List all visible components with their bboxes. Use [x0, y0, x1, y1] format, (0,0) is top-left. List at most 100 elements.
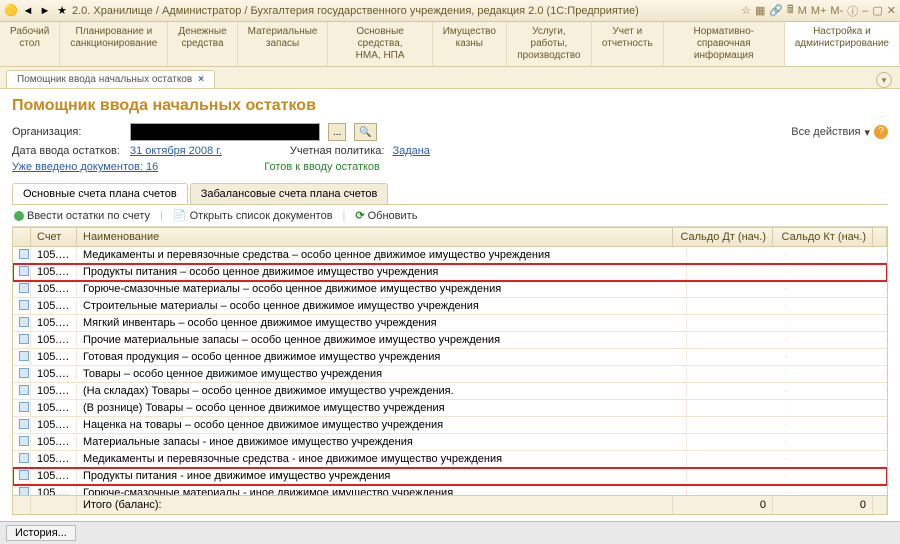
subtab-main[interactable]: Основные счета плана счетов [12, 183, 188, 204]
cell-debit [687, 475, 787, 477]
open-list-button[interactable]: 📄 Открыть список документов [173, 209, 333, 222]
zoom-out[interactable]: M- [830, 5, 843, 17]
cell-account: 105.28 [31, 367, 77, 381]
table-row[interactable]: 105.21Медикаменты и перевязочные средств… [13, 247, 887, 264]
history-button[interactable]: История... [6, 525, 76, 541]
zoom-reset[interactable]: M [798, 5, 807, 17]
topmenu-item[interactable]: Материальныезапасы [238, 22, 329, 66]
row-icon [19, 436, 29, 446]
page-title: Помощник ввода начальных остатков [12, 97, 888, 115]
col-account[interactable]: Счет [31, 228, 77, 246]
topmenu-item[interactable]: Планирование исанкционирование [60, 22, 168, 66]
date-link[interactable]: 31 октября 2008 г. [130, 145, 222, 157]
cell-credit [787, 322, 887, 324]
subtab-offbalance[interactable]: Забалансовые счета плана счетов [190, 183, 389, 204]
cell-name: Продукты питания - иное движимое имущест… [77, 469, 687, 483]
doc-tab-close-icon[interactable]: × [198, 74, 204, 85]
table-row[interactable]: 105.25Мягкий инвентарь – особо ценное дв… [13, 315, 887, 332]
collapse-panel-icon[interactable]: ▾ [876, 72, 892, 88]
table-row[interactable]: 105.Б8(В рознице) Товары – особо ценное … [13, 400, 887, 417]
cell-name: Готовая продукция – особо ценное движимо… [77, 350, 687, 364]
org-search-button[interactable]: 🔍 [354, 123, 376, 141]
close-icon[interactable]: ✕ [887, 4, 896, 17]
topmenu-item[interactable]: Настройка иадминистрирование [785, 22, 900, 66]
col-name[interactable]: Наименование [77, 228, 673, 246]
row-icon [19, 368, 29, 378]
min-icon[interactable]: – [862, 5, 868, 17]
max-icon[interactable]: ▢ [872, 4, 882, 17]
topmenu-item[interactable]: Имуществоказны [433, 22, 507, 66]
table-row[interactable]: 105.23Горюче-смазочные материалы – особо… [13, 281, 887, 298]
org-label: Организация: [12, 126, 122, 138]
table-row[interactable]: 105.28Товары – особо ценное движимое иму… [13, 366, 887, 383]
cell-credit [787, 441, 887, 443]
table-row[interactable]: 105.31Медикаменты и перевязочные средств… [13, 451, 887, 468]
cell-name: Продукты питания – особо ценное движимое… [77, 265, 687, 279]
nav-back-icon[interactable]: ◄ [21, 4, 35, 18]
info-icon[interactable]: ⓘ [847, 3, 858, 19]
topmenu-item[interactable]: Рабочийстол [0, 22, 60, 66]
table-row[interactable]: 105.32Продукты питания - иное движимое и… [13, 468, 887, 485]
cell-credit [787, 424, 887, 426]
cell-account: 105.29 [31, 418, 77, 432]
col-debit[interactable]: Сальдо Дт (нач.) [673, 228, 773, 246]
policy-label: Учетная политика: [290, 145, 385, 157]
table-row[interactable]: 105.27Готовая продукция – особо ценное д… [13, 349, 887, 366]
cell-account: 105.23 [31, 282, 77, 296]
col-credit[interactable]: Сальдо Кт (нач.) [773, 228, 873, 246]
star-icon[interactable]: ★ [55, 4, 69, 18]
cell-credit [787, 288, 887, 290]
help-icon[interactable]: ? [874, 125, 888, 139]
cell-credit [787, 458, 887, 460]
cell-credit [787, 356, 887, 358]
calc-icon[interactable]: 🖩 [787, 1, 794, 20]
table-row[interactable]: 105.33Горюче-смазочные материалы - иное … [13, 485, 887, 495]
cell-account: 105.22 [31, 265, 77, 279]
cfg-icon[interactable]: ▦ [755, 4, 765, 17]
cell-credit [787, 390, 887, 392]
app-icon: 🟡 [4, 4, 18, 18]
cell-name: Материальные запасы - иное движимое имущ… [77, 435, 687, 449]
cell-name: Горюче-смазочные материалы – особо ценно… [77, 282, 687, 296]
row-icon [19, 300, 29, 310]
nav-fwd-icon[interactable]: ► [38, 4, 52, 18]
topmenu-item[interactable]: Денежныесредства [168, 22, 237, 66]
enter-balances-button[interactable]: Ввести остатки по счету [14, 210, 150, 222]
table-row[interactable]: 105.30Материальные запасы - иное движимо… [13, 434, 887, 451]
row-icon [19, 453, 29, 463]
cell-name: Товары – особо ценное движимое имущество… [77, 367, 687, 381]
doc-tab[interactable]: Помощник ввода начальных остатков × [6, 70, 215, 88]
grid-body[interactable]: 105.21Медикаменты и перевязочные средств… [13, 247, 887, 495]
cell-name: Строительные материалы – особо ценное дв… [77, 299, 687, 313]
topmenu-item[interactable]: Основные средства,НМА, НПА [328, 22, 432, 66]
all-actions-button[interactable]: Все действия [791, 126, 860, 138]
topmenu-item[interactable]: Учет иотчетность [592, 22, 664, 66]
policy-link[interactable]: Задана [392, 145, 430, 157]
cell-credit [787, 339, 887, 341]
cell-debit [687, 305, 787, 307]
cell-account: 105.Б8 [31, 401, 77, 415]
link-icon[interactable]: 🔗 [769, 4, 783, 17]
cell-debit [687, 356, 787, 358]
row-icon [19, 470, 29, 480]
cell-debit [687, 254, 787, 256]
table-row[interactable]: 105.24Строительные материалы – особо цен… [13, 298, 887, 315]
table-row[interactable]: 105.А8(На складах) Товары – особо ценное… [13, 383, 887, 400]
cell-debit [687, 288, 787, 290]
chevron-down-icon[interactable]: ▾ [864, 126, 870, 139]
cell-credit [787, 254, 887, 256]
refresh-button[interactable]: ⟳ Обновить [355, 209, 417, 222]
zoom-in[interactable]: M+ [811, 5, 827, 17]
topmenu-item[interactable]: Услуги, работы,производство [507, 22, 592, 66]
topmenu-item[interactable]: Нормативно-справочнаяинформация [664, 22, 785, 66]
fav-icon[interactable]: ☆ [741, 4, 751, 17]
document-tabbar: Помощник ввода начальных остатков × ▾ [0, 67, 900, 89]
docs-entered-link[interactable]: Уже введено документов: 16 [12, 161, 158, 173]
table-row[interactable]: 105.29Наценка на товары – особо ценное д… [13, 417, 887, 434]
org-input[interactable] [130, 123, 320, 141]
top-menu: РабочийстолПланирование исанкционировани… [0, 22, 900, 67]
grid-toolbar: Ввести остатки по счету | 📄 Открыть спис… [12, 205, 888, 227]
table-row[interactable]: 105.26Прочие материальные запасы – особо… [13, 332, 887, 349]
table-row[interactable]: 105.22Продукты питания – особо ценное дв… [13, 264, 887, 281]
org-select-button[interactable]: ... [328, 123, 346, 141]
